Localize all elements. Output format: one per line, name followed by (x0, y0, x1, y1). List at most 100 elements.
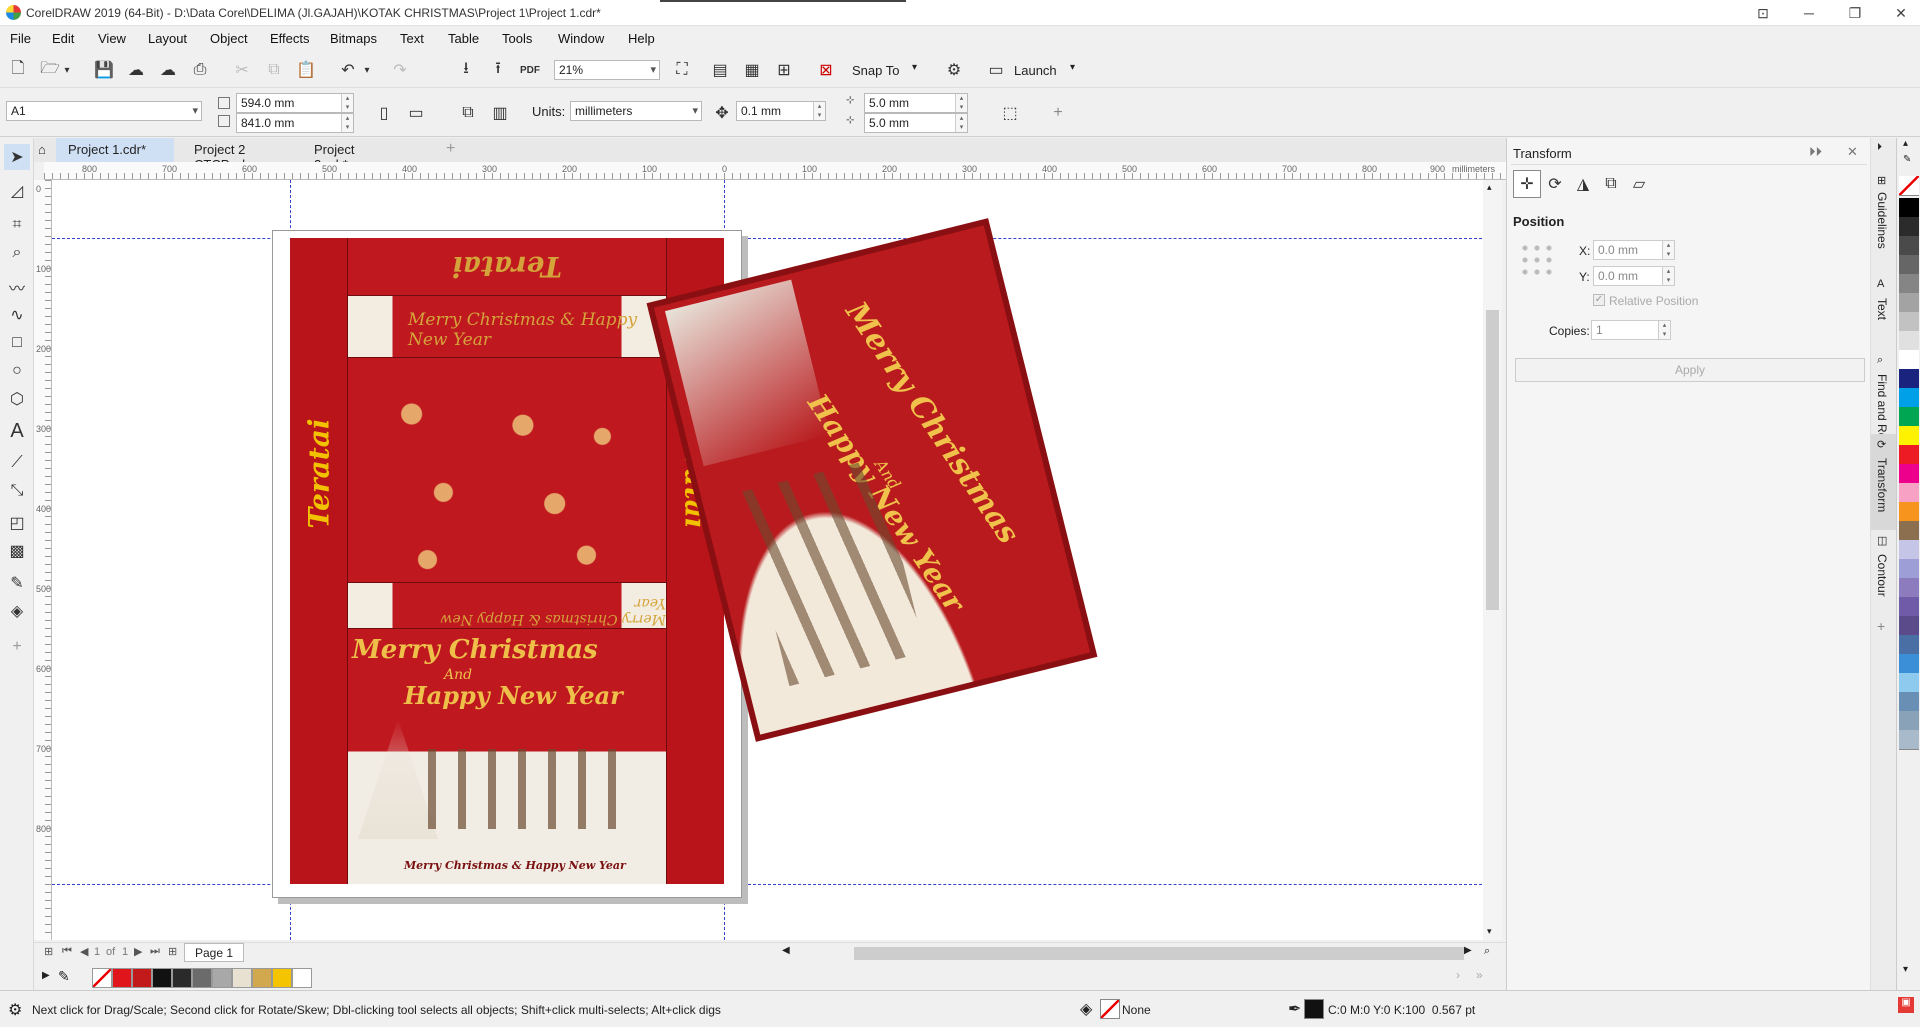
vertical-ruler[interactable]: 0 100 200 300 400 500 600 700 800 (34, 180, 52, 940)
undo-icon[interactable]: ↶ (334, 56, 362, 84)
palette-pen-icon[interactable]: ✎ (1903, 154, 1911, 165)
shape-tool-icon[interactable]: ◿ (4, 178, 30, 204)
options-gear-icon[interactable]: ⚙ (940, 56, 968, 84)
color-swatch[interactable] (252, 968, 272, 988)
guideline[interactable] (52, 884, 1482, 885)
palette-eyedropper-icon[interactable]: ✎ (58, 968, 70, 985)
tab-project-2[interactable]: Project 2.cdr* (302, 138, 402, 172)
rectangle-tool-icon[interactable]: □ (4, 330, 30, 356)
scroll-right-icon[interactable]: ▶ (1464, 945, 1472, 956)
menu-bitmaps[interactable]: Bitmaps (330, 31, 377, 46)
fill-none-swatch[interactable] (1100, 999, 1120, 1019)
palette-color-swatch[interactable] (1899, 464, 1919, 484)
add-page-after-icon[interactable]: ⊞ (168, 945, 177, 958)
palette-color-swatch[interactable] (1899, 635, 1919, 655)
duplicate-distance-y[interactable]: 5.0 mm ▴ ▾ (864, 113, 968, 133)
eyedropper-tool-icon[interactable]: ✎ (4, 570, 30, 596)
rotate-mode-icon[interactable]: ⟳ (1541, 170, 1569, 198)
zoom-navigator-icon[interactable]: ⌕ (1484, 945, 1490, 958)
full-screen-icon[interactable]: ⛶ (668, 56, 696, 84)
palette-color-swatch[interactable] (1899, 312, 1919, 332)
page-width-field[interactable]: 594.0 mm ▴ ▾ (236, 93, 354, 113)
palette-color-swatch[interactable] (1899, 692, 1919, 712)
scroll-down-icon[interactable]: ▾ (1487, 926, 1492, 937)
artistic-media-icon[interactable]: ∿ (4, 302, 30, 328)
polygon-tool-icon[interactable]: ⬡ (4, 386, 30, 412)
sync-cloud-icon[interactable]: ☁ (154, 56, 182, 84)
add-tool-icon[interactable]: + (4, 634, 30, 660)
show-guidelines-icon[interactable]: ⊞ (770, 56, 798, 84)
new-document-icon[interactable]: 🗋 (4, 56, 32, 84)
palette-color-swatch[interactable] (1899, 350, 1919, 370)
palette-color-swatch[interactable] (1899, 540, 1919, 560)
menu-layout[interactable]: Layout (148, 31, 187, 46)
box-dieline-design[interactable]: Teratai Merry Christmas & Happy New Year… (290, 238, 724, 884)
palette-color-swatch[interactable] (1899, 407, 1919, 427)
palette-color-swatch[interactable] (1899, 255, 1919, 275)
palette-color-swatch[interactable] (1899, 711, 1919, 731)
last-page-icon[interactable]: ⏭ (150, 945, 160, 958)
show-rulers-icon[interactable]: ▤ (706, 56, 734, 84)
relative-position-checkbox[interactable]: ✓ (1593, 294, 1605, 306)
color-swatch[interactable] (232, 968, 252, 988)
next-page-icon[interactable]: ▶ (134, 945, 142, 958)
menu-effects[interactable]: Effects (270, 31, 310, 46)
snap-off-icon[interactable]: ⊠ (812, 56, 840, 84)
add-page-before-icon[interactable]: ⊞ (44, 945, 53, 958)
launch-icon[interactable]: ▭ (982, 56, 1010, 84)
new-tab-icon[interactable]: + (440, 138, 464, 162)
text-tool-icon[interactable]: A (4, 418, 30, 444)
nudge-distance-field[interactable]: 0.1 mm ▴ ▾ (736, 101, 826, 121)
upload-cloud-icon[interactable]: ☁ (122, 56, 150, 84)
prev-page-icon[interactable]: ◀ (80, 945, 88, 958)
palette-color-swatch[interactable] (1899, 673, 1919, 693)
restore-button[interactable]: ❐ (1832, 0, 1878, 26)
import-icon[interactable]: ⭳ (452, 56, 480, 84)
palette-scroll-up-icon[interactable]: ▴ (1903, 138, 1908, 149)
tab-text[interactable]: Text (1875, 298, 1889, 320)
scroll-up-icon[interactable]: ▴ (1487, 182, 1492, 193)
scroll-left-icon[interactable]: ◀ (782, 945, 790, 956)
vertical-scroll-thumb[interactable] (1486, 310, 1499, 610)
pick-tool-icon[interactable]: ➤ (4, 144, 30, 170)
first-page-icon[interactable]: ⏮ (62, 945, 72, 958)
palette-color-swatch[interactable] (1899, 616, 1919, 636)
launch-dropdown[interactable]: Launch (1014, 63, 1057, 78)
docker-close-icon[interactable]: ✕ (1847, 144, 1858, 160)
docker-strip-arrow-icon[interactable]: ⏵ (1877, 142, 1882, 153)
snap-to-chevron-icon[interactable]: ▾ (912, 62, 917, 73)
palette-scroll-down-icon[interactable]: ▾ (1903, 964, 1908, 975)
palette-color-swatch[interactable] (1899, 293, 1919, 313)
palette-color-swatch[interactable] (1899, 217, 1919, 237)
palette-color-swatch[interactable] (1899, 597, 1919, 617)
palette-scroll-right-icon[interactable]: › (1456, 968, 1460, 982)
landscape-icon[interactable]: ▭ (402, 99, 430, 127)
home-icon[interactable]: ⌂ (34, 138, 56, 162)
connector-tool-icon[interactable]: ⤡ (4, 478, 30, 504)
horizontal-scroll-thumb[interactable] (854, 947, 1464, 960)
menu-edit[interactable]: Edit (52, 31, 74, 46)
save-icon[interactable]: 💾 (90, 56, 118, 84)
portrait-icon[interactable]: ▯ (370, 99, 398, 127)
page-tab-1[interactable]: Page 1 (184, 943, 245, 962)
mirror-mode-icon[interactable]: ◮ (1569, 170, 1597, 198)
current-page-icon[interactable]: ▥ (486, 99, 514, 127)
anchor-grid[interactable] (1519, 242, 1555, 278)
docker-collapse-icon[interactable]: ⏵⏵ (1809, 144, 1822, 160)
freehand-tool-icon[interactable]: 〰 (4, 274, 30, 300)
position-y-field[interactable]: 0.0 mm ▴ ▾ (1593, 266, 1675, 286)
page-size-select[interactable]: A1 (6, 101, 202, 121)
cut-icon[interactable]: ✂ (228, 56, 256, 84)
apply-button[interactable]: Apply (1515, 358, 1865, 382)
units-select[interactable]: millimeters (570, 101, 702, 121)
palette-color-swatch[interactable] (1899, 654, 1919, 674)
palette-color-swatch[interactable] (1899, 236, 1919, 256)
interactive-fill-icon[interactable]: ◈ (4, 598, 30, 624)
zoom-level-field[interactable]: 21% (554, 60, 660, 80)
add-docker-icon[interactable]: + (1877, 618, 1885, 634)
launch-chevron-icon[interactable]: ▾ (1070, 62, 1075, 73)
tab-transform[interactable]: Transform (1875, 458, 1889, 512)
menu-object[interactable]: Object (210, 31, 248, 46)
menu-tools[interactable]: Tools (502, 31, 532, 46)
palette-color-swatch[interactable] (1899, 483, 1919, 503)
